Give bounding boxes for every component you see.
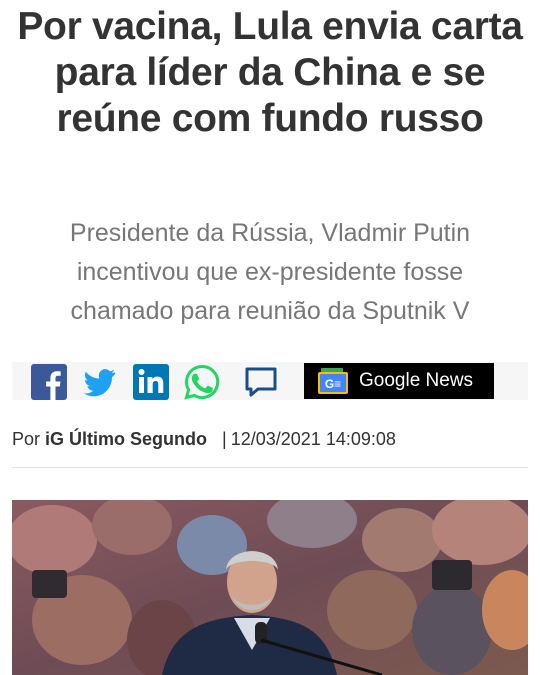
article-headline: Por vacina, Lula envia carta para líder … [17,5,523,140]
article-photo[interactable] [12,500,528,675]
google-news-icon: G≡ [318,368,348,394]
byline-separator: | [222,429,227,449]
google-news-label: Google News [359,370,474,391]
twitter-icon[interactable] [81,364,117,400]
byline-datetime: 12/03/2021 14:09:08 [230,429,396,449]
byline-author[interactable]: iG Último Segundo [45,429,207,449]
comment-icon[interactable] [243,364,279,400]
facebook-icon[interactable] [31,364,67,400]
byline-prefix: Por [12,429,41,449]
whatsapp-icon[interactable] [184,364,220,400]
share-bar: G≡ Google News [12,362,528,400]
google-news-button[interactable]: G≡ Google News [304,363,494,399]
article-subtitle: Presidente da Rússia, Vladmir Putin ince… [69,219,471,325]
byline: Por iG Último Segundo | 12/03/2021 14:09:… [12,427,528,451]
svg-text:G≡: G≡ [325,377,341,391]
linkedin-icon[interactable] [133,364,169,400]
divider [12,467,528,468]
